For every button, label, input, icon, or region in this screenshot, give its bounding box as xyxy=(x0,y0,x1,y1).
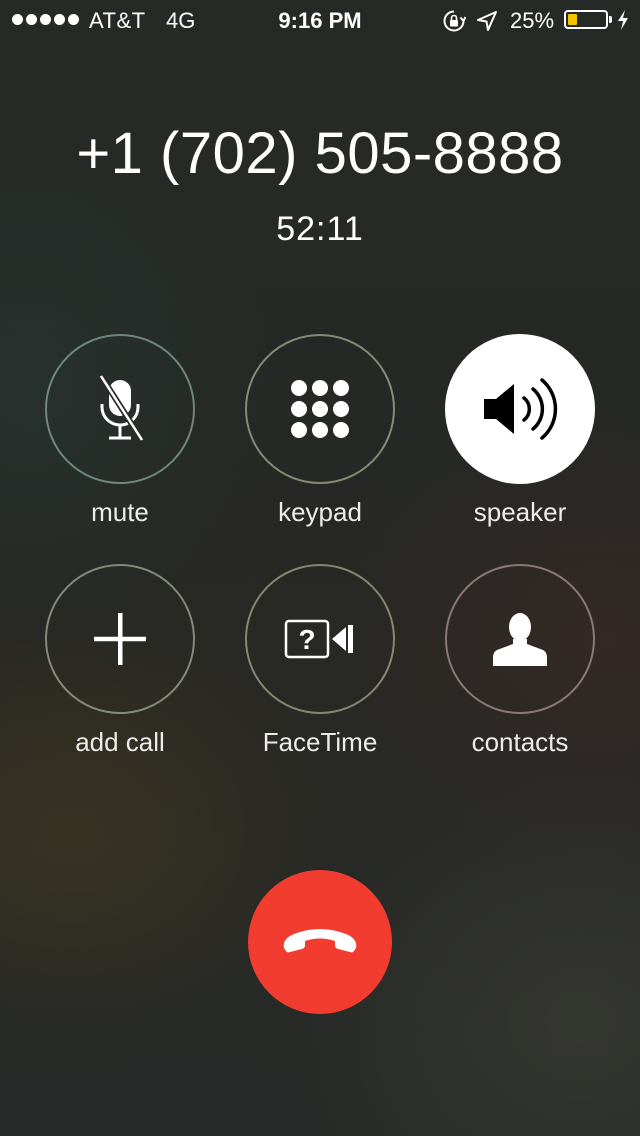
battery-percentage: 25% xyxy=(510,8,555,33)
person-silhouette-icon xyxy=(493,613,547,666)
keypad-button[interactable]: keypad xyxy=(220,334,420,544)
add-call-button[interactable]: add call xyxy=(20,564,220,774)
caller-phone-number: +1 (702) 505-8888 xyxy=(76,121,564,186)
keypad-button-circle[interactable] xyxy=(245,334,395,484)
svg-text:?: ? xyxy=(298,624,315,655)
mute-button-circle[interactable] xyxy=(45,334,195,484)
keypad-grid-icon xyxy=(291,380,349,438)
speaker-label: speaker xyxy=(473,497,567,527)
facetime-button-circle[interactable]: ? xyxy=(245,564,395,714)
add-call-button-circle[interactable] xyxy=(45,564,195,714)
add-call-label: add call xyxy=(75,727,165,757)
orientation-lock-icon xyxy=(443,10,466,32)
facetime-button[interactable]: ? FaceTime xyxy=(220,564,420,774)
mute-button[interactable]: mute xyxy=(20,334,220,544)
battery-icon xyxy=(564,10,608,29)
keypad-label: keypad xyxy=(278,497,362,527)
facetime-video-icon: ? xyxy=(284,619,353,659)
speaker-button-circle[interactable] xyxy=(445,334,595,484)
contacts-label: contacts xyxy=(471,727,569,757)
speaker-button[interactable]: speaker xyxy=(420,334,620,544)
facetime-label: FaceTime xyxy=(262,727,378,757)
call-duration: 52:11 xyxy=(276,210,364,248)
battery-tip xyxy=(609,16,612,23)
status-bar: AT&T 4G 9:16 PM 25% xyxy=(0,0,640,40)
phone-hangup-icon xyxy=(283,929,357,953)
contacts-button-circle[interactable] xyxy=(445,564,595,714)
speaker-icon xyxy=(484,378,558,440)
charging-bolt-icon xyxy=(618,10,628,30)
plus-icon xyxy=(94,613,146,665)
location-arrow-icon xyxy=(477,11,497,31)
mute-label: mute xyxy=(91,497,149,527)
end-call-button[interactable] xyxy=(248,870,392,1014)
microphone-muted-icon xyxy=(98,374,145,442)
battery-level-fill xyxy=(568,14,577,25)
contacts-button[interactable]: contacts xyxy=(420,564,620,774)
